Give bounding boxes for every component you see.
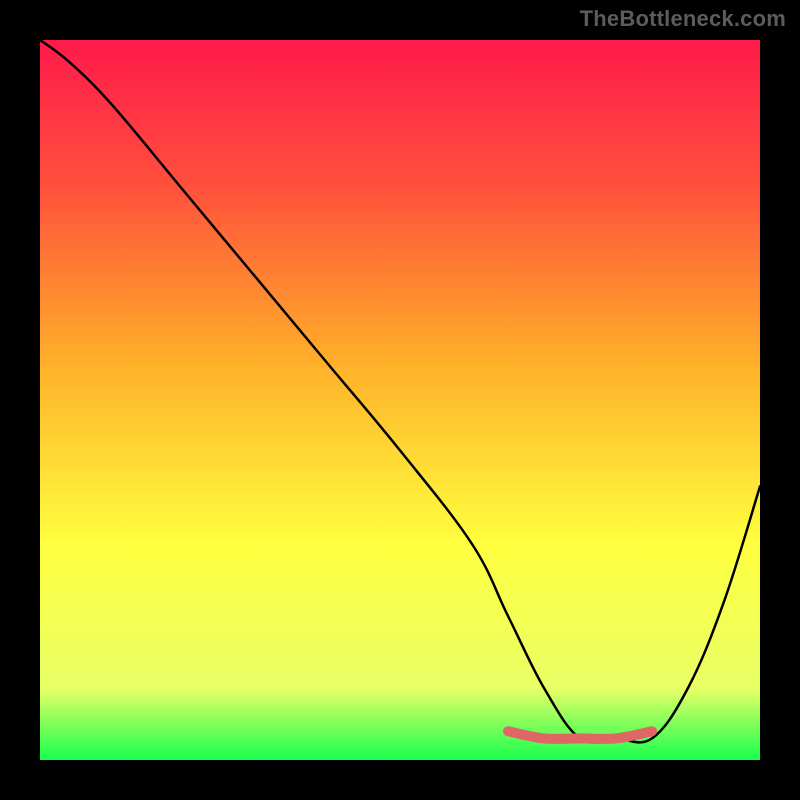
watermark-label: TheBottleneck.com [580, 6, 786, 32]
plot-area [40, 40, 760, 760]
chart-frame: TheBottleneck.com [0, 0, 800, 800]
chart-svg [40, 40, 760, 760]
